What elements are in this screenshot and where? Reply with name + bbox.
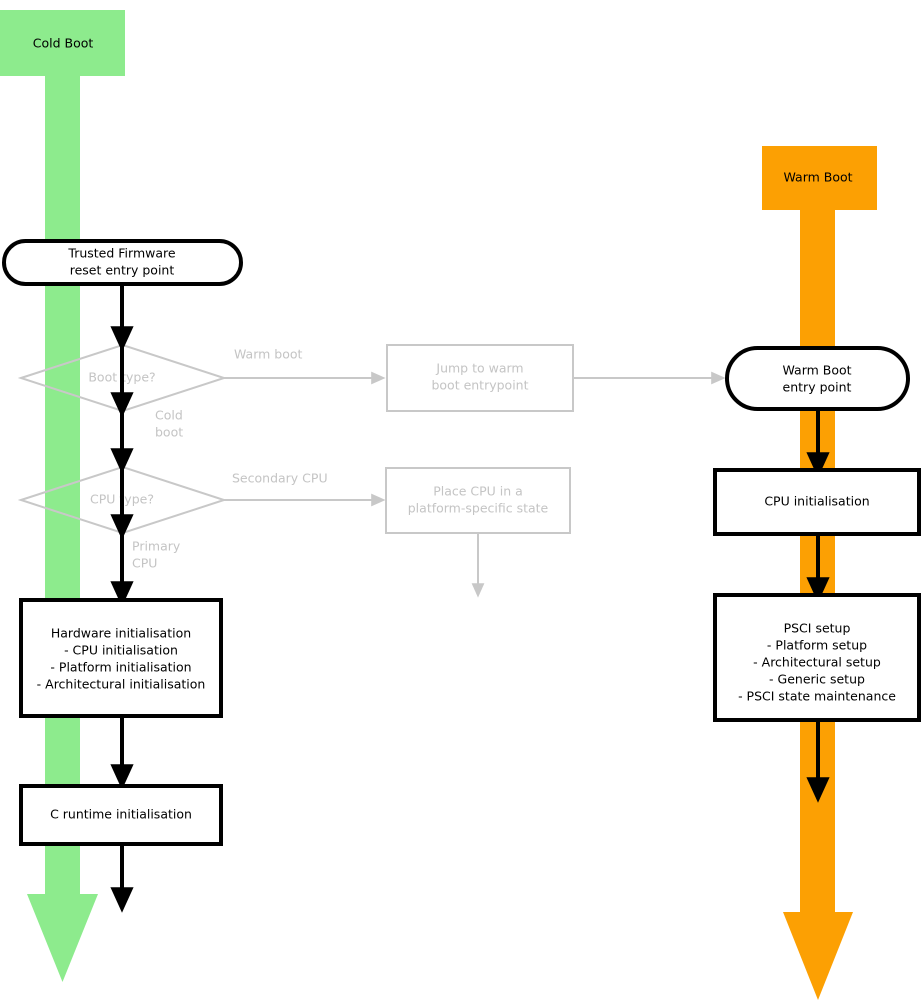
node-cpu-initialisation-line1: CPU initialisation xyxy=(764,494,869,509)
edge-label-secondary-cpu: Secondary CPU xyxy=(232,471,328,486)
node-hardware-initialisation-line4: - Architectural initialisation xyxy=(37,677,206,692)
node-psci-setup-line3: - Architectural setup xyxy=(753,655,881,670)
node-place-cpu-platform-state-line2: platform-specific state xyxy=(408,501,549,516)
node-warm-boot-entry-point-line2: entry point xyxy=(783,380,852,395)
node-hardware-initialisation-line3: - Platform initialisation xyxy=(50,660,191,675)
node-hardware-initialisation-line1: Hardware initialisation xyxy=(51,626,191,641)
flowchart-canvas: Cold Boot Warm Boot Boot type? CPU type?… xyxy=(0,10,921,1000)
boot-flow-diagram: Cold Boot Warm Boot Boot type? CPU type?… xyxy=(0,0,922,1001)
edge-label-primary-cpu-line2: CPU xyxy=(132,556,157,571)
node-psci-setup-line4: - Generic setup xyxy=(769,672,865,687)
node-hardware-initialisation-line2: - CPU initialisation xyxy=(64,643,178,658)
edge-label-primary-cpu-line1: Primary xyxy=(132,539,181,554)
cold-boot-banner-label: Cold Boot xyxy=(33,36,94,51)
node-trusted-firmware-reset-entry-point-line1: Trusted Firmware xyxy=(67,246,175,261)
node-c-runtime-initialisation-line1: C runtime initialisation xyxy=(50,807,192,822)
node-psci-setup-line2: - Platform setup xyxy=(767,638,867,653)
edge-label-cold-boot-line2: boot xyxy=(155,425,183,440)
node-psci-setup-line5: - PSCI state maintenance xyxy=(738,689,896,704)
node-place-cpu-platform-state-line1: Place CPU in a xyxy=(433,484,523,499)
warm-boot-band-arrowhead xyxy=(783,912,853,1000)
edge-label-warm-boot: Warm boot xyxy=(234,347,303,362)
node-warm-boot-entry-point[interactable] xyxy=(725,346,910,411)
edge-label-cold-boot-line1: Cold xyxy=(155,408,183,423)
cold-boot-band-arrowhead xyxy=(27,894,98,982)
node-jump-warm-boot-entrypoint-line1: Jump to warm xyxy=(435,361,523,376)
warm-boot-banner-label: Warm Boot xyxy=(783,170,852,185)
node-warm-boot-entry-point-line1: Warm Boot xyxy=(782,363,851,378)
node-psci-setup-line1: PSCI setup xyxy=(784,621,851,636)
node-trusted-firmware-reset-entry-point-line2: reset entry point xyxy=(70,263,175,278)
node-hardware-initialisation[interactable] xyxy=(19,598,223,718)
node-jump-warm-boot-entrypoint-line2: boot entrypoint xyxy=(431,378,528,393)
